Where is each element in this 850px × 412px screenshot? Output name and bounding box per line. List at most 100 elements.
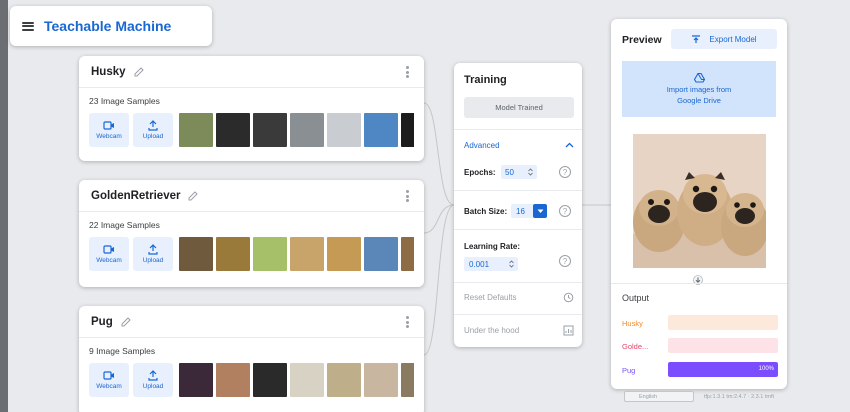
sample-thumbnail[interactable]	[253, 113, 287, 147]
upload-label: Upload	[142, 257, 164, 264]
export-icon	[692, 34, 701, 43]
upload-icon	[148, 370, 158, 381]
divider	[454, 129, 582, 130]
training-panel: Training Model Trained Advanced Epochs: …	[454, 63, 582, 347]
reset-defaults-label: Reset Defaults	[464, 293, 517, 302]
chart-icon	[563, 325, 574, 336]
app-header: Teachable Machine	[10, 6, 212, 46]
epochs-value: 50	[505, 167, 514, 177]
stepper-icon[interactable]	[528, 168, 533, 176]
webcam-icon	[103, 371, 114, 380]
preview-panel: Preview Export Model Import images from …	[611, 19, 787, 389]
pencil-icon[interactable]	[187, 190, 199, 202]
history-icon	[563, 292, 574, 303]
output-bar-golden	[668, 338, 778, 353]
stepper-icon[interactable]	[509, 260, 514, 268]
output-percent: 100%	[758, 366, 774, 372]
sample-thumbnail[interactable]	[253, 237, 287, 271]
sample-thumbnail[interactable]	[364, 113, 398, 147]
dropdown-caret-icon	[533, 204, 547, 218]
chevron-up-icon	[565, 142, 574, 148]
divider	[611, 283, 787, 284]
under-the-hood-button[interactable]: Under the hood	[464, 325, 574, 336]
sample-thumbnail[interactable]	[401, 237, 414, 271]
divider	[454, 229, 582, 230]
sample-thumbnail[interactable]	[179, 113, 213, 147]
preview-image	[633, 134, 766, 268]
more-options-icon[interactable]	[406, 190, 410, 202]
upload-icon	[148, 244, 158, 255]
upload-button[interactable]: Upload	[133, 237, 173, 271]
import-drive-button[interactable]: Import images from Google Drive	[622, 61, 776, 117]
upload-button[interactable]: Upload	[133, 113, 173, 147]
output-label-golden: Golde...	[622, 342, 649, 351]
epochs-input[interactable]: 50	[501, 165, 537, 179]
sample-thumbnail[interactable]	[253, 363, 287, 397]
sample-thumbnail[interactable]	[327, 113, 361, 147]
train-model-button[interactable]: Model Trained	[464, 97, 574, 118]
export-model-label: Export Model	[709, 34, 757, 44]
output-bar-husky	[668, 315, 778, 330]
output-title: Output	[622, 293, 650, 303]
pencil-icon[interactable]	[133, 66, 145, 78]
sample-thumbnail[interactable]	[179, 237, 213, 271]
export-model-button[interactable]: Export Model	[671, 29, 777, 49]
epochs-label: Epochs:	[464, 168, 496, 177]
upload-label: Upload	[142, 133, 164, 140]
sample-thumbnail[interactable]	[216, 237, 250, 271]
sample-thumbnail[interactable]	[401, 363, 414, 397]
sample-thumbnail[interactable]	[327, 237, 361, 271]
sample-thumbnail[interactable]	[290, 363, 324, 397]
sample-count: 22 Image Samples	[89, 220, 160, 230]
output-label-pug: Pug	[622, 366, 636, 375]
sample-thumbnail[interactable]	[290, 113, 324, 147]
reset-defaults-button[interactable]: Reset Defaults	[464, 292, 574, 303]
import-line-1: Import images from	[666, 84, 732, 94]
upload-button[interactable]: Upload	[133, 363, 173, 397]
more-options-icon[interactable]	[406, 66, 410, 78]
sample-count: 23 Image Samples	[89, 96, 160, 106]
help-icon[interactable]: ?	[559, 166, 571, 178]
webcam-icon	[103, 245, 114, 254]
sample-thumbnail[interactable]	[216, 113, 250, 147]
class-name[interactable]: Pug	[91, 316, 113, 328]
batch-size-label: Batch Size:	[464, 207, 508, 216]
sample-count: 9 Image Samples	[89, 346, 156, 356]
sample-thumbnail[interactable]	[364, 363, 398, 397]
sample-thumbnail[interactable]	[364, 237, 398, 271]
under-the-hood-label: Under the hood	[464, 326, 520, 335]
import-line-2: Google Drive	[677, 96, 721, 105]
batch-size-value: 16	[516, 206, 525, 216]
webcam-button[interactable]: Webcam	[89, 113, 129, 147]
hamburger-menu-icon[interactable]	[22, 21, 34, 31]
upload-label: Upload	[142, 383, 164, 390]
version-text: tfjs:1.3.1 tm:2.4.7 · 2.3.1 tmft	[704, 393, 775, 400]
webcam-label: Webcam	[96, 257, 122, 264]
sample-thumbnail[interactable]	[290, 237, 324, 271]
help-icon[interactable]: ?	[559, 255, 571, 267]
divider	[454, 282, 582, 283]
window-edge	[0, 0, 8, 412]
webcam-icon	[103, 121, 114, 130]
more-options-icon[interactable]	[406, 316, 410, 328]
sample-thumbnail[interactable]	[216, 363, 250, 397]
sample-thumbnail[interactable]	[179, 363, 213, 397]
learning-rate-input[interactable]: 0.001	[464, 257, 518, 271]
advanced-toggle[interactable]: Advanced	[464, 139, 574, 151]
webcam-button[interactable]: Webcam	[89, 363, 129, 397]
webcam-label: Webcam	[96, 383, 122, 390]
class-card-husky: Husky 23 Image Samples Webcam Upload	[79, 56, 424, 161]
webcam-button[interactable]: Webcam	[89, 237, 129, 271]
sample-thumbnails	[179, 237, 414, 271]
sample-thumbnail[interactable]	[401, 113, 414, 147]
sample-thumbnail[interactable]	[327, 363, 361, 397]
class-name[interactable]: Husky	[91, 66, 126, 78]
divider	[454, 190, 582, 191]
class-card-header: Husky	[79, 56, 424, 88]
learning-rate-label: Learning Rate:	[464, 242, 521, 251]
pencil-icon[interactable]	[120, 316, 132, 328]
batch-size-select[interactable]: 16	[511, 204, 547, 218]
help-icon[interactable]: ?	[559, 205, 571, 217]
language-select[interactable]: English	[624, 391, 694, 402]
class-name[interactable]: GoldenRetriever	[91, 190, 180, 202]
